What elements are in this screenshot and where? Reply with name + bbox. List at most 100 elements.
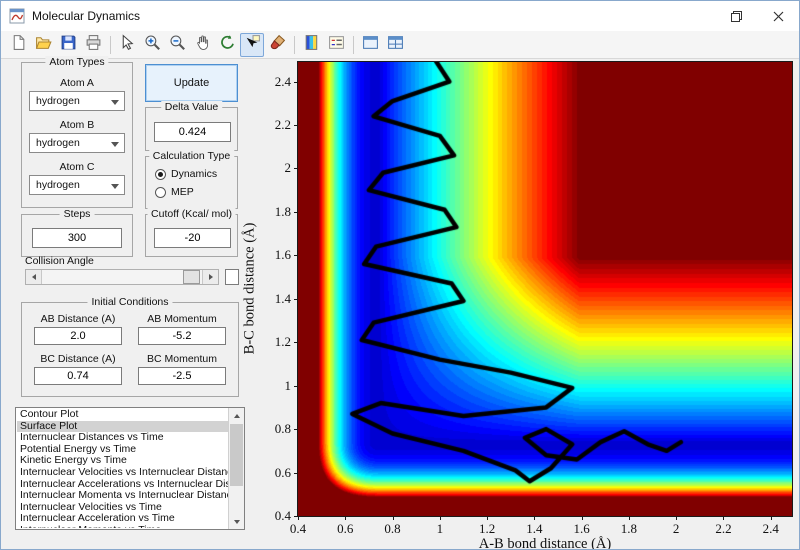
ab-distance-input[interactable] — [34, 327, 122, 345]
delta-value-input[interactable] — [154, 122, 231, 142]
brush-button[interactable] — [265, 33, 289, 57]
legend-icon — [328, 34, 345, 56]
panel-title: Calculation Type — [148, 150, 235, 162]
figure-body: Atom Types Atom A hydrogen Atom B hydrog… — [1, 56, 799, 550]
collision-angle-input[interactable] — [225, 269, 239, 285]
list-item[interactable]: Internuclear Velocities vs Internuclear … — [17, 467, 228, 479]
atom-a-value: hydrogen — [36, 95, 80, 107]
x-tick-mark — [345, 516, 347, 520]
zoom-out-button[interactable] — [165, 33, 189, 57]
atom-c-label: Atom C — [59, 161, 95, 173]
cutoff-input[interactable] — [154, 228, 231, 248]
atom-b-dropdown[interactable]: hydrogen — [29, 133, 125, 153]
steps-panel: Steps — [21, 208, 133, 257]
y-tick-mark — [294, 81, 298, 83]
plot-tools-dock-button[interactable] — [383, 33, 407, 57]
toolbar-separator — [353, 35, 354, 54]
ab-distance-label: AB Distance (A) — [40, 313, 116, 325]
y-tick-label: 1.4 — [274, 290, 291, 306]
scroll-down-button[interactable] — [229, 514, 244, 529]
bc-momentum-input[interactable] — [138, 367, 226, 385]
slider-left-arrow[interactable] — [26, 270, 42, 284]
y-tick-mark — [294, 342, 298, 344]
x-tick-label: 1.4 — [526, 521, 543, 536]
bc-distance-label: BC Distance (A) — [40, 353, 116, 365]
rotate-3d-button[interactable] — [215, 33, 239, 57]
list-item[interactable]: Internuclear Acceleration vs Time — [17, 513, 228, 525]
atom-c-dropdown[interactable]: hydrogen — [29, 175, 125, 195]
ab-momentum-input[interactable] — [138, 327, 226, 345]
x-axis-label: A-B bond distance (Å) — [478, 536, 612, 550]
x-tick-label: 0.4 — [289, 521, 307, 536]
new-document-button[interactable] — [6, 33, 30, 57]
y-axis-label: B-C bond distance (Å) — [241, 222, 258, 355]
rotate-3d-icon — [219, 34, 236, 56]
colorbar-button[interactable] — [299, 33, 323, 57]
y-tick-label: 0.6 — [274, 464, 291, 480]
x-tick-label: 1.6 — [573, 521, 590, 536]
cutoff-panel: Cutoff (Kcal/ mol) — [145, 208, 238, 257]
maximize-button[interactable] — [715, 1, 757, 31]
y-tick-label: 1.6 — [274, 247, 291, 263]
list-item[interactable]: Internuclear Velocities vs Time — [17, 502, 228, 514]
chevron-down-icon — [111, 142, 119, 147]
y-tick-mark — [294, 168, 298, 170]
colorbar-icon — [303, 34, 320, 56]
plot-tools-hide-button[interactable] — [358, 33, 382, 57]
panel-title: Steps — [59, 208, 95, 220]
ab-momentum-label: AB Momentum — [147, 313, 217, 325]
atom-types-panel: Atom Types Atom A hydrogen Atom B hydrog… — [21, 56, 133, 208]
edit-plot-button[interactable] — [115, 33, 139, 57]
list-item[interactable]: Potential Energy vs Time — [17, 444, 228, 456]
bc-momentum-label: BC Momentum — [146, 353, 218, 365]
update-button[interactable]: Update — [145, 64, 238, 102]
y-tick-mark — [294, 472, 298, 474]
list-item[interactable]: Internuclear Momenta vs Time — [17, 525, 228, 528]
list-item[interactable]: Internuclear Distances vs Time — [17, 432, 228, 444]
radio-mep[interactable]: MEP — [155, 186, 194, 198]
y-tick-label: 2 — [284, 160, 292, 176]
slider-thumb[interactable] — [183, 270, 200, 284]
slider-right-arrow[interactable] — [202, 270, 218, 284]
scrollbar-thumb[interactable] — [230, 424, 243, 486]
pes-canvas[interactable] — [298, 62, 792, 516]
list-item[interactable]: Kinetic Energy vs Time — [17, 455, 228, 467]
collision-angle-slider[interactable] — [25, 269, 219, 285]
x-tick-label: 1.2 — [478, 521, 496, 536]
list-item[interactable]: Contour Plot — [17, 409, 228, 421]
open-folder-button[interactable] — [31, 33, 55, 57]
y-tick-mark — [294, 385, 298, 387]
radio-dynamics[interactable]: Dynamics — [155, 168, 217, 180]
x-tick-mark — [298, 516, 299, 520]
pan-button[interactable] — [190, 33, 214, 57]
x-tick-mark — [534, 516, 536, 520]
y-tick-mark — [294, 211, 298, 213]
listbox-scrollbar[interactable] — [228, 408, 244, 529]
open-folder-icon — [35, 34, 52, 56]
y-tick-mark — [294, 124, 298, 126]
list-item[interactable]: Internuclear Momenta vs Internuclear Dis… — [17, 490, 228, 502]
save-button[interactable] — [56, 33, 80, 57]
x-tick-label: 1.8 — [620, 521, 638, 536]
close-button[interactable] — [757, 1, 799, 31]
list-item[interactable]: Surface Plot — [17, 420, 228, 433]
bc-distance-input[interactable] — [34, 367, 122, 385]
legend-button[interactable] — [324, 33, 348, 57]
y-tick-mark — [294, 255, 298, 257]
radio-dot-0 — [158, 171, 163, 177]
x-tick-label: 1 — [436, 521, 444, 536]
calculation-type-panel: Calculation Type Dynamics MEP — [145, 150, 238, 209]
plot-type-listbox[interactable]: Contour Plot Surface Plot Internuclear Dis… — [15, 407, 245, 530]
arrow-right-icon — [208, 274, 213, 280]
list-item[interactable]: Internuclear Accelerations vs Internucle… — [17, 479, 228, 491]
zoom-in-button[interactable] — [140, 33, 164, 57]
y-tick-label: 1 — [284, 377, 292, 393]
toolbar-separator — [294, 35, 295, 54]
plot-tools-dock-icon — [387, 34, 404, 56]
atom-a-dropdown[interactable]: hydrogen — [29, 91, 125, 111]
y-tick-mark — [294, 298, 298, 300]
print-button[interactable] — [81, 33, 105, 57]
data-cursor-button[interactable] — [240, 32, 264, 57]
scroll-up-button[interactable] — [229, 408, 244, 423]
steps-input[interactable] — [32, 228, 122, 248]
